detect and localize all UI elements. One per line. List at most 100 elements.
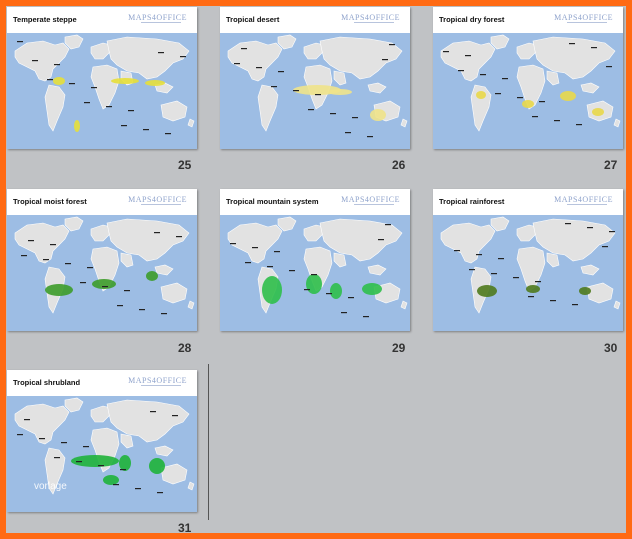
- country-label-mark: [554, 120, 560, 122]
- biome-region: [74, 120, 80, 132]
- biome-region: [111, 78, 139, 84]
- logo-underline: [141, 385, 181, 386]
- slide-number-28: 28: [178, 341, 192, 355]
- country-label-mark: [21, 255, 27, 257]
- country-label-mark: [378, 239, 384, 241]
- country-label-mark: [274, 251, 280, 253]
- logo-underline: [141, 204, 181, 205]
- slide-thumbnail-29[interactable]: Tropical mountain system MAPS4OFFICE: [220, 189, 410, 331]
- country-label-mark: [143, 129, 149, 131]
- country-label-mark: [348, 297, 354, 299]
- country-label-mark: [278, 71, 284, 73]
- country-label-mark: [39, 438, 45, 440]
- country-label-mark: [539, 101, 545, 103]
- country-label-mark: [124, 290, 130, 292]
- country-label-mark: [304, 289, 310, 291]
- country-label-mark: [113, 484, 119, 486]
- country-label-mark: [54, 457, 60, 459]
- logo-underline: [354, 204, 394, 205]
- country-label-mark: [157, 492, 163, 494]
- country-label-mark: [476, 254, 482, 256]
- world-map: [433, 215, 623, 331]
- country-label-mark: [256, 67, 262, 69]
- country-label-mark: [326, 293, 332, 295]
- country-label-mark: [606, 66, 612, 68]
- insertion-cursor: [208, 364, 209, 520]
- slide-number-29: 29: [392, 341, 406, 355]
- country-label-mark: [382, 59, 388, 61]
- slide-title: Tropical rainforest: [439, 197, 505, 206]
- slide-number-25: 25: [178, 158, 192, 172]
- country-label-mark: [43, 259, 49, 261]
- biome-region: [262, 276, 282, 304]
- slide-title: Tropical mountain system: [226, 197, 319, 206]
- country-label-mark: [502, 78, 508, 80]
- country-label-mark: [139, 309, 145, 311]
- slide-thumbnail-25[interactable]: Temperate steppe MAPS4OFFICE: [7, 7, 197, 149]
- country-label-mark: [24, 419, 30, 421]
- biome-region: [370, 109, 386, 121]
- country-label-mark: [165, 133, 171, 135]
- biome-region: [560, 91, 576, 101]
- country-label-mark: [69, 83, 75, 85]
- biome-region: [328, 89, 352, 95]
- country-label-mark: [591, 47, 597, 49]
- country-label-mark: [117, 305, 123, 307]
- country-label-mark: [106, 106, 112, 108]
- country-label-mark: [308, 109, 314, 111]
- slide-thumbnail-26[interactable]: Tropical desert MAPS4OFFICE: [220, 7, 410, 149]
- country-label-mark: [241, 48, 247, 50]
- biome-region: [119, 455, 131, 471]
- country-label-mark: [91, 87, 97, 89]
- country-label-mark: [87, 267, 93, 269]
- slide-thumbnail-28[interactable]: Tropical moist forest MAPS4OFFICE: [7, 189, 197, 331]
- country-label-mark: [385, 224, 391, 226]
- slide-number-31: 31: [178, 521, 192, 535]
- country-label-mark: [245, 262, 251, 264]
- country-label-mark: [491, 273, 497, 275]
- country-label-mark: [61, 442, 67, 444]
- world-map: [7, 33, 197, 149]
- slide-thumbnail-27[interactable]: Tropical dry forest MAPS4OFFICE: [433, 7, 623, 149]
- country-label-mark: [98, 465, 104, 467]
- country-label-mark: [150, 411, 156, 413]
- country-label-mark: [569, 43, 575, 45]
- country-label-mark: [363, 316, 369, 318]
- country-label-mark: [161, 313, 167, 315]
- biome-region: [53, 77, 65, 85]
- country-label-mark: [230, 243, 236, 245]
- brand-logo: MAPS4OFFICE: [128, 195, 187, 204]
- country-label-mark: [389, 44, 395, 46]
- country-label-mark: [180, 56, 186, 58]
- country-label-mark: [565, 223, 571, 225]
- country-label-mark: [532, 116, 538, 118]
- country-label-mark: [176, 236, 182, 238]
- country-label-mark: [234, 63, 240, 65]
- slide-thumbnail-30[interactable]: Tropical rainforest MAPS4OFFICE: [433, 189, 623, 331]
- country-label-mark: [293, 90, 299, 92]
- brand-logo: MAPS4OFFICE: [341, 195, 400, 204]
- country-label-mark: [602, 246, 608, 248]
- country-label-mark: [65, 263, 71, 265]
- country-label-mark: [352, 117, 358, 119]
- slide-title: Tropical shrubland: [13, 378, 81, 387]
- country-label-mark: [513, 277, 519, 279]
- slide-number-27: 27: [604, 158, 618, 172]
- country-label-mark: [32, 60, 38, 62]
- country-label-mark: [330, 113, 336, 115]
- country-label-mark: [609, 231, 615, 233]
- brand-logo: MAPS4OFFICE: [554, 13, 613, 22]
- country-label-mark: [517, 97, 523, 99]
- brand-logo: MAPS4OFFICE: [128, 13, 187, 22]
- country-label-mark: [367, 136, 373, 138]
- biome-region: [522, 100, 534, 108]
- logo-underline: [141, 22, 181, 23]
- country-label-mark: [158, 52, 164, 54]
- world-map: [433, 33, 623, 149]
- country-label-mark: [550, 300, 556, 302]
- logo-underline: [567, 22, 607, 23]
- world-map: [7, 396, 197, 512]
- brand-logo: MAPS4OFFICE: [128, 376, 187, 385]
- world-map: [7, 215, 197, 331]
- country-label-mark: [120, 469, 126, 471]
